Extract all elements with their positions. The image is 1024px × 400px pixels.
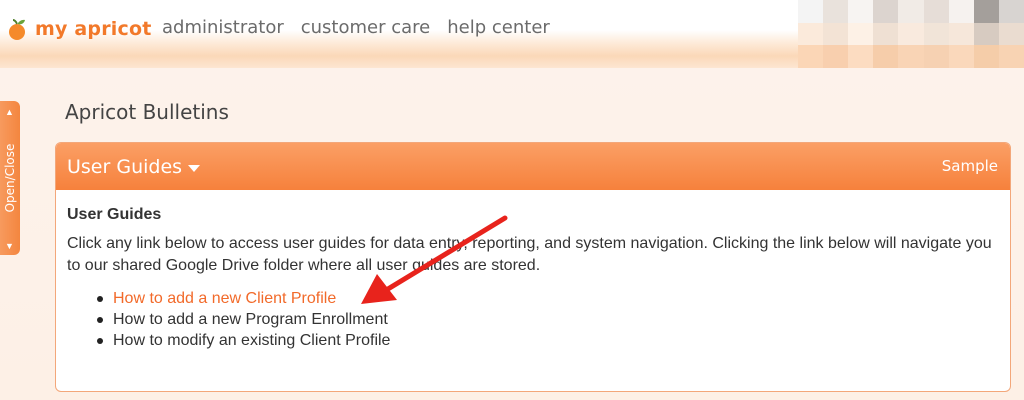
guides-heading: User Guides bbox=[67, 206, 162, 223]
blur-pixel bbox=[898, 0, 924, 23]
blur-pixel bbox=[923, 45, 949, 68]
triangle-up-icon: ▲ bbox=[5, 107, 14, 117]
blur-pixel bbox=[823, 22, 849, 46]
brand-logo[interactable]: my apricot bbox=[6, 14, 152, 44]
open-close-tab[interactable]: ▲ Open/Close ▼ bbox=[0, 101, 20, 255]
blur-pixel bbox=[998, 0, 1024, 23]
blur-pixel bbox=[848, 45, 874, 68]
blur-pixel bbox=[798, 45, 824, 68]
blur-pixel bbox=[998, 45, 1024, 68]
guides-description: Click any link below to access user guid… bbox=[67, 235, 992, 274]
blur-pixel bbox=[898, 22, 924, 46]
top-nav-bar: my apricot administrator customer care h… bbox=[0, 0, 1024, 68]
blur-pixel bbox=[923, 0, 949, 23]
blur-pixel bbox=[998, 22, 1024, 46]
nav-customer-care[interactable]: customer care bbox=[301, 17, 431, 38]
blur-pixel bbox=[923, 22, 949, 46]
side-tab-label: Open/Close bbox=[3, 143, 17, 213]
blur-pixel bbox=[948, 22, 974, 46]
guide-list: How to add a new Client Profile How to a… bbox=[93, 288, 1010, 351]
panel-sample-label: Sample bbox=[941, 157, 998, 175]
page-title: Apricot Bulletins bbox=[65, 100, 229, 124]
panel-body: User Guides Click any link below to acce… bbox=[56, 190, 1010, 351]
main-nav: administrator customer care help center bbox=[162, 17, 567, 38]
blur-pixel bbox=[973, 0, 999, 23]
nav-help-center[interactable]: help center bbox=[447, 17, 550, 38]
guide-item-new-program-enrollment: How to add a new Program Enrollment bbox=[93, 309, 1010, 330]
blur-pixel bbox=[898, 45, 924, 68]
guide-link-new-client-profile[interactable]: How to add a new Client Profile bbox=[93, 288, 1010, 309]
blur-pixel bbox=[873, 0, 899, 23]
blur-pixel bbox=[823, 0, 849, 23]
user-guides-panel: User Guides Sample User Guides Click any… bbox=[55, 142, 1011, 392]
nav-administrator[interactable]: administrator bbox=[162, 17, 284, 38]
blur-pixel bbox=[948, 0, 974, 23]
blur-pixel bbox=[973, 22, 999, 46]
blur-pixel bbox=[823, 45, 849, 68]
apricot-icon bbox=[6, 17, 30, 41]
blur-pixel bbox=[873, 45, 899, 68]
panel-title-label: User Guides bbox=[67, 156, 183, 178]
guide-item-modify-client-profile: How to modify an existing Client Profile bbox=[93, 330, 1010, 351]
blurred-user-area[interactable] bbox=[798, 0, 1024, 68]
annotation-arrow bbox=[361, 215, 508, 304]
brand-name: my apricot bbox=[35, 18, 152, 40]
caret-down-icon bbox=[188, 164, 201, 172]
panel-title-dropdown[interactable]: User Guides bbox=[67, 156, 201, 178]
panel-header: User Guides Sample bbox=[56, 143, 1010, 190]
blur-pixel bbox=[873, 22, 899, 46]
blur-pixel bbox=[973, 45, 999, 68]
triangle-down-icon: ▼ bbox=[5, 241, 14, 251]
blur-pixel bbox=[798, 0, 824, 23]
blur-pixel bbox=[948, 45, 974, 68]
blur-pixel bbox=[798, 22, 824, 46]
blur-pixel bbox=[848, 0, 874, 23]
blur-pixel bbox=[848, 22, 874, 46]
